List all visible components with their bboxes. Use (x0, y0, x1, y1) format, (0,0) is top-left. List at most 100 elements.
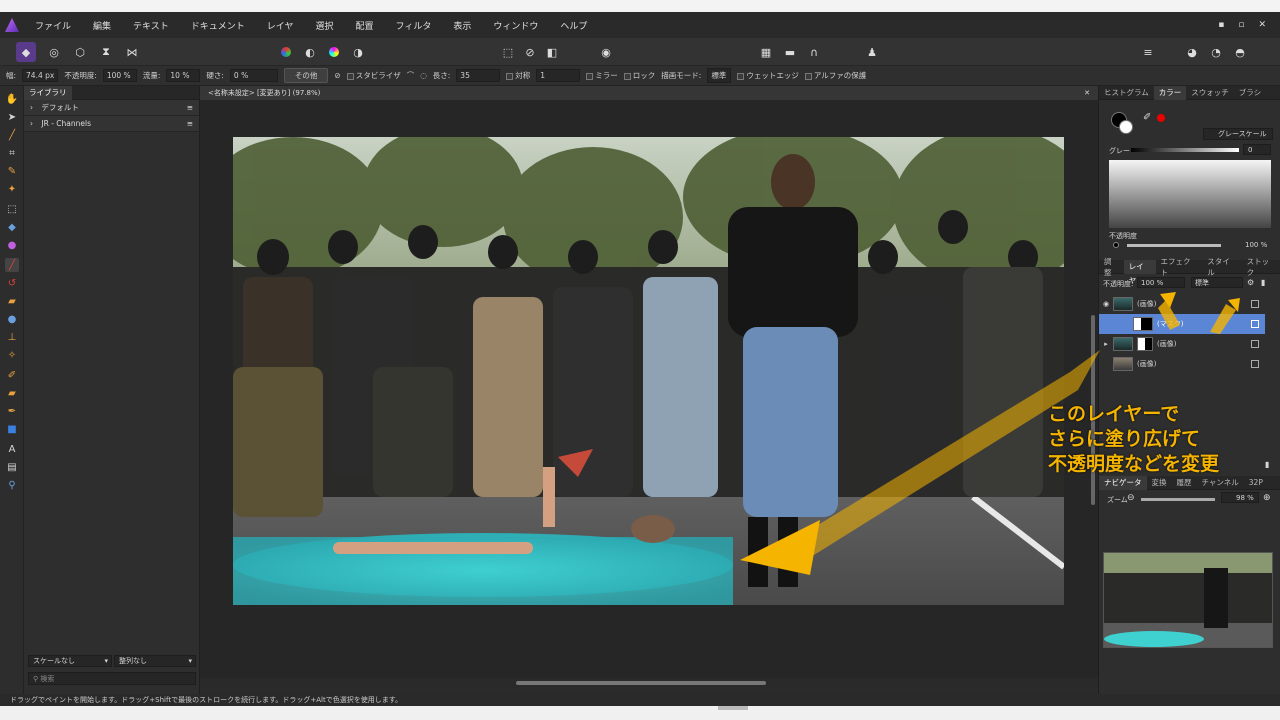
close-button[interactable]: ✕ (1258, 20, 1266, 30)
menu-document[interactable]: ドキュメント (180, 19, 256, 32)
wet-edges-checkbox[interactable] (737, 72, 745, 80)
flood-select-icon[interactable]: ✦ (5, 182, 19, 196)
zoom-in-icon[interactable]: ⊕ (1263, 493, 1271, 503)
menu-layer[interactable]: レイヤ (256, 19, 305, 32)
menu-view[interactable]: 表示 (442, 19, 482, 32)
library-item-jr-channels[interactable]: › JR - Channels ≡ (24, 116, 199, 132)
photo-persona-icon[interactable]: ◆ (16, 42, 36, 62)
tab-adjustments[interactable]: 調整 (1099, 256, 1124, 278)
view-mode-icon[interactable]: ◕ (1182, 42, 1202, 62)
restore-button[interactable]: ▫ (1238, 20, 1244, 30)
width-field[interactable]: 74.4 px (22, 69, 59, 82)
search-input[interactable]: ⚲ 検索 (28, 672, 196, 685)
document-tab[interactable]: <名称未設定> [変更あり] (97.8%) ✕ (200, 86, 1098, 100)
gradient-tool-icon[interactable]: ● (5, 238, 19, 252)
white-balance-icon[interactable]: ◑ (348, 42, 368, 62)
zoom-out-icon[interactable]: ⊖ (1127, 493, 1135, 503)
red-eye-tool-icon[interactable]: ✐ (5, 368, 19, 382)
length-field[interactable]: 35 (456, 69, 501, 82)
expand-arrow-icon[interactable]: › (30, 119, 33, 128)
window-mode-icon[interactable]: ◌ (420, 71, 427, 80)
flood-fill-icon[interactable]: ◆ (5, 220, 19, 234)
expand-arrow-icon[interactable]: ▸ (1099, 340, 1113, 348)
split-view-icon[interactable]: ◔ (1206, 42, 1226, 62)
more-button[interactable]: その他 (283, 68, 329, 83)
library-item-default[interactable]: › デフォルト ≡ (24, 100, 199, 116)
layer-row[interactable]: ▸ (画像) (1099, 334, 1265, 354)
deselect-icon[interactable]: ⊘ (520, 42, 540, 62)
blemish-tool-icon[interactable]: ✧ (5, 348, 19, 362)
dodge-tool-icon[interactable]: ● (5, 312, 19, 326)
tab-library[interactable]: ライブラリ (24, 85, 72, 100)
menu-select[interactable]: 選択 (305, 19, 345, 32)
mesh-warp-icon[interactable]: ▤ (5, 460, 19, 474)
levels-icon[interactable] (276, 42, 296, 62)
selection-brush-icon[interactable]: ✎ (5, 164, 19, 178)
tab-effects[interactable]: エフェクト (1156, 256, 1203, 278)
quick-mask-icon[interactable]: ◉ (596, 42, 616, 62)
lock-icon[interactable]: ▮ (1261, 278, 1265, 287)
menu-arrange[interactable]: 配置 (345, 19, 385, 32)
tab-history[interactable]: 履歴 (1172, 477, 1197, 488)
tab-stock[interactable]: ストック (1242, 256, 1280, 278)
color-replace-icon[interactable]: ↺ (5, 276, 19, 290)
layer-visible-checkbox[interactable] (1251, 320, 1259, 328)
gray-slider[interactable] (1131, 148, 1239, 152)
symmetry-checkbox[interactable] (506, 72, 514, 80)
rope-mode-icon[interactable]: ⌒ (407, 70, 415, 81)
horizontal-scrollbar[interactable] (200, 678, 1098, 688)
menu-help[interactable]: ヘルプ (549, 19, 598, 32)
hardness-field[interactable]: 0 % (229, 69, 278, 82)
expand-arrow-icon[interactable]: › (30, 103, 33, 112)
zoom-tool-icon[interactable]: ⚲ (5, 478, 19, 492)
menu-filter[interactable]: フィルタ (385, 19, 443, 32)
erase-brush-icon[interactable]: ▰ (5, 294, 19, 308)
tab-brushes[interactable]: ブラシ (1234, 87, 1266, 98)
color-mode-select[interactable]: グレースケール (1203, 128, 1273, 140)
marquee-tool-icon[interactable]: ⬚ (5, 202, 19, 216)
gray-value-field[interactable]: 0 (1243, 144, 1271, 155)
canvas-photo[interactable] (233, 137, 1064, 605)
marquee-select-icon[interactable]: ⬚ (498, 42, 518, 62)
opacity-value[interactable]: 100 % (1245, 241, 1267, 249)
text-tool-icon[interactable]: A (5, 442, 19, 456)
menu-icon[interactable]: ≡ (187, 116, 193, 132)
vertical-scrollbar[interactable] (1088, 100, 1098, 678)
tab-navigator[interactable]: ナビゲータ (1099, 475, 1147, 490)
layer-visible-checkbox[interactable] (1251, 300, 1259, 308)
magnet-icon[interactable]: ∩ (804, 42, 824, 62)
layer-row-selected[interactable]: (マスク) (1099, 314, 1265, 334)
layer-row[interactable]: ◉ (画像) (1099, 294, 1265, 314)
paint-brush-tool-icon[interactable]: ╱ (5, 258, 19, 272)
clone-tool-icon[interactable]: ⊥ (5, 330, 19, 344)
close-icon[interactable]: ✕ (1084, 86, 1090, 100)
liquify-persona-icon[interactable]: ◎ (44, 42, 64, 62)
color-picker-tool-icon[interactable]: ╱ (5, 128, 19, 142)
layer-row[interactable]: (画像) (1099, 354, 1265, 374)
navigator-preview[interactable] (1103, 552, 1273, 648)
lock-checkbox[interactable] (623, 72, 631, 80)
protect-alpha-checkbox[interactable] (804, 72, 812, 80)
opacity-field[interactable]: 100 % (102, 69, 137, 82)
tab-histogram[interactable]: ヒストグラム (1099, 87, 1154, 98)
export-persona-icon[interactable]: ⋈ (122, 42, 142, 62)
layer-visible-checkbox[interactable] (1251, 340, 1259, 348)
tone-mapping-persona-icon[interactable]: ⧗ (96, 42, 116, 62)
stabilizer-checkbox[interactable] (346, 72, 354, 80)
sort-select[interactable]: 整列なし ▾ (114, 655, 196, 667)
color-balance-icon[interactable] (324, 42, 344, 62)
tab-32p[interactable]: 32P (1244, 478, 1268, 487)
brush-icon[interactable]: ⊘ (334, 71, 340, 80)
layer-opacity-field[interactable]: 100 % (1137, 277, 1185, 288)
pen-tool-icon[interactable]: ✒ (5, 404, 19, 418)
menu-edit[interactable]: 編集 (82, 19, 122, 32)
align-icon[interactable]: ≡ (1138, 42, 1158, 62)
secondary-color-swatch[interactable] (1119, 120, 1133, 134)
rectangle-tool-icon[interactable]: ■ (5, 422, 19, 436)
visibility-eye-icon[interactable]: ◉ (1099, 300, 1113, 308)
develop-persona-icon[interactable]: ⬡ (70, 42, 90, 62)
flow-field[interactable]: 10 % (166, 69, 201, 82)
menu-window[interactable]: ウィンドウ (482, 19, 549, 32)
invert-selection-icon[interactable]: ◧ (542, 42, 562, 62)
tab-transform[interactable]: 変換 (1147, 477, 1172, 488)
